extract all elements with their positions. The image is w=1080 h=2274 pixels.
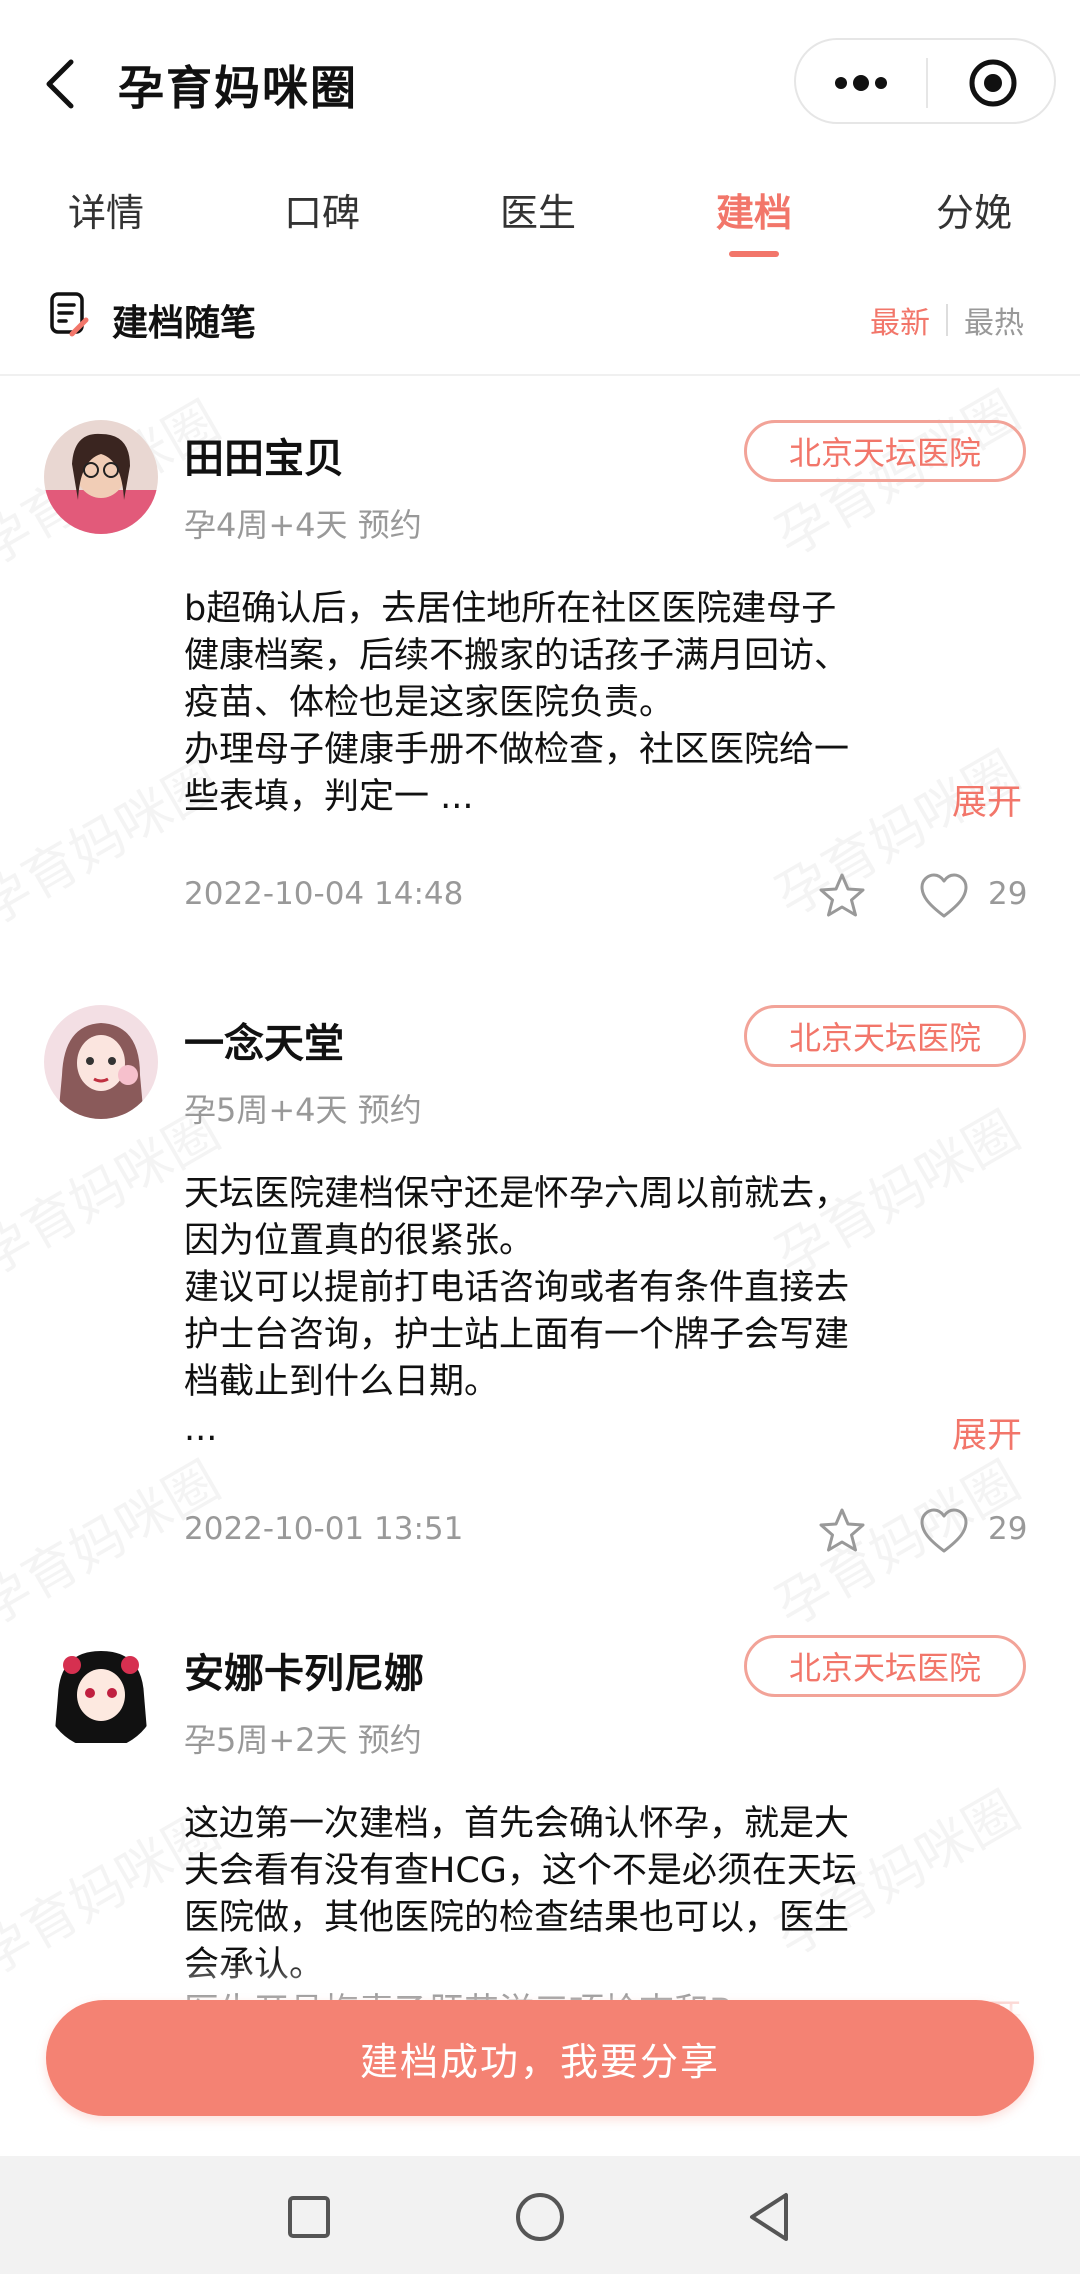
avatar[interactable] [44, 420, 158, 534]
tab-label: 分娩 [935, 191, 1012, 235]
back-button[interactable] [30, 44, 90, 124]
section-title: 建档随笔 [112, 303, 257, 344]
author-name[interactable]: 一念天堂 [184, 1011, 344, 1069]
square-icon [288, 2196, 330, 2238]
post-date: 2022-10-01 13:51 [184, 1511, 464, 1547]
avatar[interactable] [44, 1005, 158, 1119]
post-text: b超确认后，去居住地所在社区医院建母子 健康档案，后续不搬家的话孩子满月回访、 … [184, 589, 850, 817]
tab-details[interactable]: 详情 [26, 182, 186, 237]
tab-registration[interactable]: 建档 [674, 182, 834, 257]
post-text: 天坛医院建档保守还是怀孕六周以前就去， 因为位置真的很紧张。 建议可以提前打电话… [184, 1174, 850, 1449]
hospital-tag[interactable]: 北京天坛医院 [744, 420, 1026, 482]
post-card[interactable]: 安娜卡列尼娜 孕5周+2天 预约 北京天坛医院 这边第一次建档，首先会确认怀孕，… [0, 1595, 1080, 2038]
post-meta: 孕4周+4天 预约 [184, 506, 422, 544]
post-meta: 孕5周+2天 预约 [184, 1721, 422, 1759]
page-title: 孕育妈咪圈 [118, 61, 358, 115]
triangle-back-icon [750, 2193, 788, 2241]
home-button[interactable] [505, 2182, 575, 2252]
sort-divider [946, 304, 948, 336]
expand-button[interactable]: 展开 [952, 1407, 1022, 1458]
star-icon[interactable] [816, 870, 868, 926]
circle-icon [516, 2193, 564, 2241]
sort-newest[interactable]: 最新 [870, 298, 930, 342]
share-success-button[interactable]: 建档成功，我要分享 [46, 2000, 1034, 2116]
heart-icon[interactable] [918, 1507, 970, 1559]
avatar[interactable] [44, 1635, 158, 1749]
sort-hottest[interactable]: 最热 [964, 298, 1024, 342]
tab-label: 医生 [499, 191, 576, 235]
system-nav-bar [0, 2156, 1080, 2274]
like-count: 29 [988, 1511, 1028, 1547]
author-name[interactable]: 田田宝贝 [184, 426, 344, 484]
post-meta: 孕5周+4天 预约 [184, 1091, 422, 1129]
chevron-left-icon [46, 59, 74, 109]
top-bar: 孕育妈咪圈 [0, 0, 1080, 160]
hospital-tag[interactable]: 北京天坛医院 [744, 1635, 1026, 1697]
section-header: 建档随笔 最新 最热 [0, 270, 1080, 376]
page: 孕育妈咪圈 孕育妈咪圈 孕育妈咪圈 孕育妈咪圈 孕育妈咪圈 孕育妈咪圈 孕育妈咪… [0, 0, 1080, 2274]
post-card[interactable]: 一念天堂 孕5周+4天 预约 北京天坛医院 天坛医院建档保守还是怀孕六周以前就去… [0, 965, 1080, 1595]
sort-toggle: 最新 最热 [870, 298, 1024, 342]
back-nav-button[interactable] [734, 2182, 804, 2252]
more-dots-icon [835, 75, 887, 91]
active-tab-indicator [729, 251, 779, 257]
note-edit-icon [48, 290, 92, 344]
tab-reviews[interactable]: 口碑 [242, 182, 402, 237]
heart-icon[interactable] [918, 872, 970, 924]
tab-label: 口碑 [283, 191, 360, 235]
target-close-icon [969, 59, 1017, 107]
post-date: 2022-10-04 14:48 [184, 876, 464, 912]
like-count: 29 [988, 876, 1028, 912]
tab-label: 详情 [67, 191, 144, 235]
author-name[interactable]: 安娜卡列尼娜 [184, 1641, 424, 1699]
star-icon[interactable] [816, 1505, 868, 1561]
more-button[interactable] [796, 40, 926, 126]
post-card[interactable]: 田田宝贝 孕4周+4天 预约 北京天坛医院 b超确认后，去居住地所在社区医院建母… [0, 380, 1080, 960]
hospital-tag[interactable]: 北京天坛医院 [744, 1005, 1026, 1067]
expand-button[interactable]: 展开 [952, 774, 1022, 825]
tab-label: 建档 [715, 191, 792, 235]
tab-delivery[interactable]: 分娩 [894, 182, 1054, 237]
tab-doctors[interactable]: 医生 [458, 182, 618, 237]
tab-bar: 详情 口碑 医生 建档 分娩 [0, 160, 1080, 260]
mini-program-capsule [794, 38, 1056, 124]
close-button[interactable] [928, 40, 1058, 126]
recent-apps-button[interactable] [274, 2182, 344, 2252]
